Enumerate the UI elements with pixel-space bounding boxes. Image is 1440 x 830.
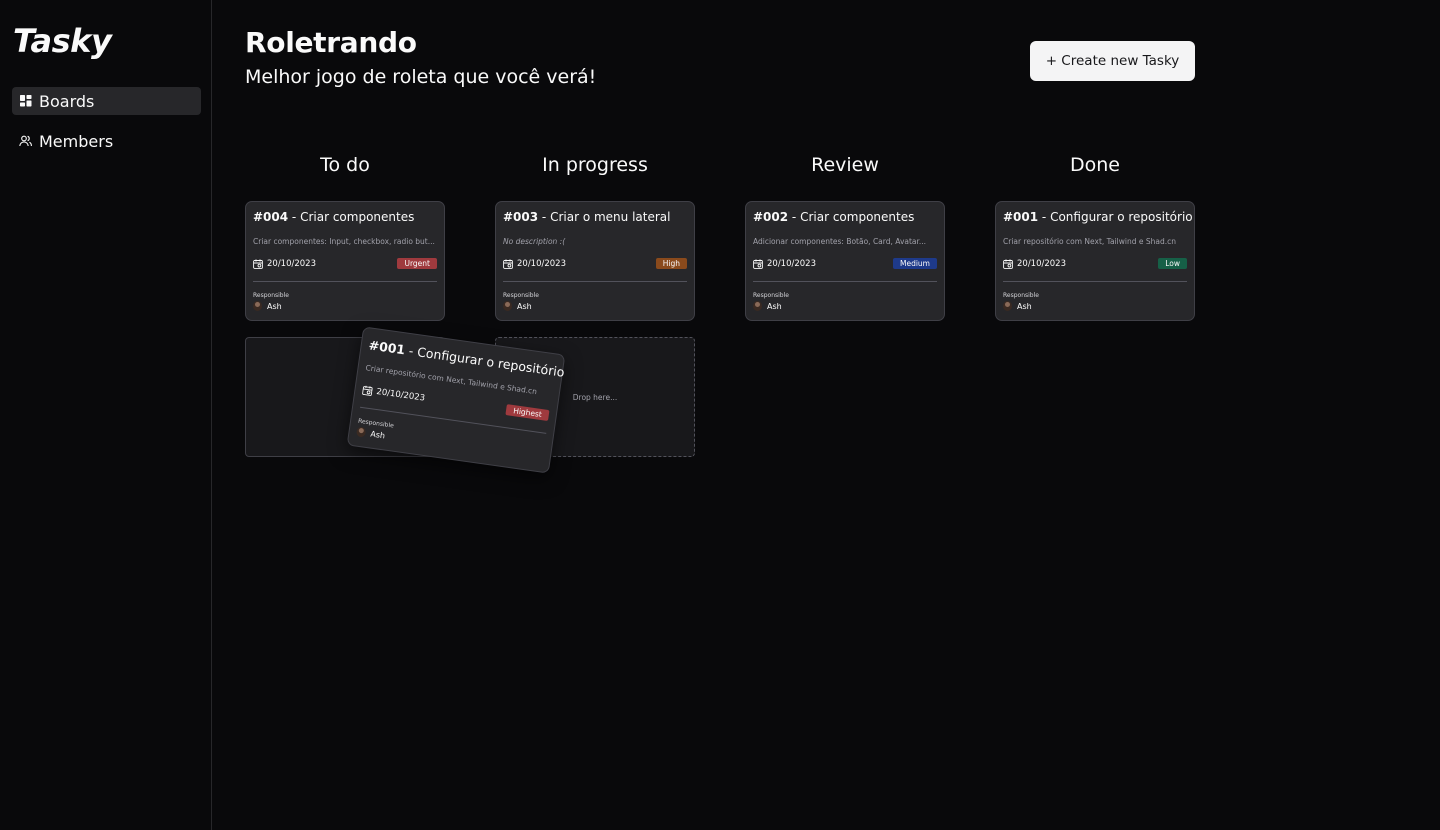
priority-badge: Medium xyxy=(893,258,937,269)
card-description: No description :( xyxy=(503,237,566,246)
task-card[interactable]: #004 - Criar componentes Criar component… xyxy=(245,201,445,321)
task-card[interactable]: #001 - Configurar o repositório Criar re… xyxy=(995,201,1195,321)
avatar xyxy=(1003,301,1012,311)
page-title: Roletrando xyxy=(245,26,417,59)
card-title: #004 - Criar componentes xyxy=(253,210,414,224)
card-date: 20/10/2023 xyxy=(753,259,816,269)
sidebar-item-boards[interactable]: Boards xyxy=(12,87,201,115)
responsible-user: Ash xyxy=(1003,301,1032,311)
avatar xyxy=(253,301,262,311)
card-date-text: 20/10/2023 xyxy=(1017,259,1066,269)
responsible-name: Ash xyxy=(1017,301,1032,311)
calendar-icon xyxy=(1003,259,1013,269)
card-id: #002 xyxy=(753,210,789,224)
card-date: 20/10/2023 xyxy=(503,259,566,269)
responsible-name: Ash xyxy=(267,301,282,311)
sidebar: Tasky Boards Members xyxy=(0,0,212,830)
responsible-user: Ash xyxy=(503,301,532,311)
card-divider xyxy=(753,281,937,282)
priority-badge: Highest xyxy=(505,404,550,422)
calendar-icon xyxy=(753,259,763,269)
card-date-text: 20/10/2023 xyxy=(767,259,816,269)
avatar xyxy=(355,426,367,438)
card-id: #001 xyxy=(1003,210,1039,224)
card-title-text: - Configurar o repositório xyxy=(1038,210,1193,224)
calendar-icon xyxy=(253,259,263,269)
card-date: 20/10/2023 xyxy=(253,259,316,269)
priority-badge: Urgent xyxy=(397,258,437,269)
card-date-text: 20/10/2023 xyxy=(517,259,566,269)
sidebar-item-members[interactable]: Members xyxy=(12,127,201,155)
priority-badge: High xyxy=(655,258,687,269)
column-title-todo: To do xyxy=(320,154,370,176)
card-title-text: - Criar componentes xyxy=(788,210,915,224)
card-date: 20/10/2023 xyxy=(1003,259,1066,269)
column-title-done: Done xyxy=(1070,154,1120,176)
card-description: Adicionar componentes: Botão, Card, Avat… xyxy=(753,237,927,246)
sidebar-item-label: Boards xyxy=(39,91,95,111)
priority-badge: Low xyxy=(1158,258,1187,269)
responsible-name: Ash xyxy=(767,301,782,311)
calendar-icon xyxy=(362,385,373,396)
responsible-user: Ash xyxy=(753,301,782,311)
card-divider xyxy=(1003,281,1187,282)
card-id: #001 xyxy=(367,337,407,358)
card-date-text: 20/10/2023 xyxy=(267,259,316,269)
create-tasky-button[interactable]: + Create new Tasky xyxy=(1030,41,1195,81)
card-title: #002 - Criar componentes xyxy=(753,210,914,224)
card-description: Criar componentes: Input, checkbox, radi… xyxy=(253,237,435,246)
card-date-text: 20/10/2023 xyxy=(375,386,426,404)
card-divider xyxy=(253,281,437,282)
calendar-icon xyxy=(503,259,513,269)
card-title: #003 - Criar o menu lateral xyxy=(503,210,670,224)
users-icon xyxy=(19,135,32,148)
responsible-label: Responsible xyxy=(753,292,789,299)
card-date: 20/10/2023 xyxy=(362,385,426,404)
app-logo: Tasky xyxy=(13,22,112,60)
card-divider xyxy=(503,281,687,282)
card-id: #004 xyxy=(253,210,289,224)
responsible-name: Ash xyxy=(369,428,386,440)
card-title: #001 - Configurar o repositório xyxy=(1003,210,1193,224)
responsible-label: Responsible xyxy=(503,292,539,299)
responsible-label: Responsible xyxy=(253,292,289,299)
column-title-in-progress: In progress xyxy=(542,154,648,176)
card-description: Criar repositório com Next, Tailwind e S… xyxy=(1003,237,1177,246)
responsible-label: Responsible xyxy=(1003,292,1039,299)
card-title-text: - Criar o menu lateral xyxy=(538,210,671,224)
dashboard-icon xyxy=(19,95,32,108)
responsible-user: Ash xyxy=(253,301,282,311)
avatar xyxy=(503,301,512,311)
responsible-name: Ash xyxy=(517,301,532,311)
sidebar-item-label: Members xyxy=(39,131,114,151)
page-subtitle: Melhor jogo de roleta que você verá! xyxy=(245,66,597,88)
task-card[interactable]: #003 - Criar o menu lateral No descripti… xyxy=(495,201,695,321)
column-title-review: Review xyxy=(811,154,879,176)
avatar xyxy=(753,301,762,311)
responsible-user: Ash xyxy=(355,426,386,441)
card-id: #003 xyxy=(503,210,539,224)
task-card[interactable]: #002 - Criar componentes Adicionar compo… xyxy=(745,201,945,321)
card-title-text: - Criar componentes xyxy=(288,210,415,224)
